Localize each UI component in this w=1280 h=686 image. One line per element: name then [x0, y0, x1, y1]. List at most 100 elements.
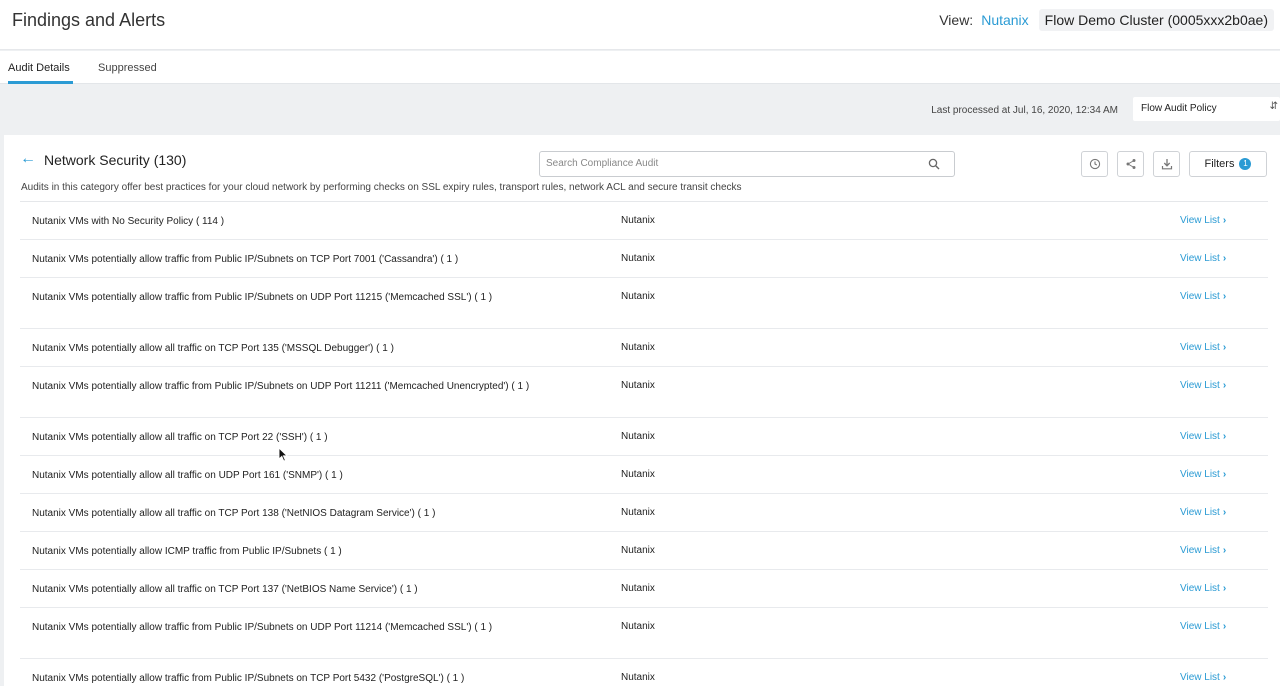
audit-provider: Nutanix [621, 380, 655, 391]
view-list-link[interactable]: View List › [1180, 253, 1226, 264]
filters-label: Filters [1204, 158, 1235, 170]
view-list-link[interactable]: View List › [1180, 380, 1226, 391]
chevron-right-icon: › [1222, 291, 1227, 302]
chevron-right-icon: › [1222, 380, 1227, 391]
search-input[interactable] [546, 158, 916, 169]
table-row: Nutanix VMs potentially allow traffic fr… [20, 240, 1268, 278]
chevron-right-icon: › [1222, 621, 1227, 632]
tab-suppressed[interactable]: Suppressed [98, 62, 157, 74]
view-list-link[interactable]: View List › [1180, 215, 1226, 226]
view-list-label: View List [1180, 583, 1220, 594]
view-list-link[interactable]: View List › [1180, 621, 1226, 632]
view-list-link[interactable]: View List › [1180, 583, 1226, 594]
policy-select[interactable]: Flow Audit Policy ⇵ [1133, 97, 1280, 121]
history-icon [1089, 158, 1100, 170]
audit-list: Nutanix VMs with No Security Policy ( 11… [20, 201, 1268, 686]
view-list-label: View List [1180, 342, 1220, 353]
chevron-right-icon: › [1222, 507, 1227, 518]
chevron-right-icon: › [1222, 431, 1227, 442]
view-list-label: View List [1180, 672, 1220, 683]
view-list-link[interactable]: View List › [1180, 545, 1226, 556]
audit-name: Nutanix VMs potentially allow all traffi… [32, 584, 418, 595]
view-list-label: View List [1180, 507, 1220, 518]
chevron-right-icon: › [1222, 672, 1227, 683]
table-row: Nutanix VMs potentially allow traffic fr… [20, 608, 1268, 659]
audit-provider: Nutanix [621, 672, 655, 683]
view-list-label: View List [1180, 253, 1220, 264]
view-list-label: View List [1180, 380, 1220, 391]
active-tab-indicator [8, 81, 73, 84]
history-button[interactable] [1081, 151, 1108, 177]
audit-provider: Nutanix [621, 621, 655, 632]
audit-provider: Nutanix [621, 215, 655, 226]
audit-name: Nutanix VMs potentially allow ICMP traff… [32, 546, 342, 557]
view-list-link[interactable]: View List › [1180, 672, 1226, 683]
search-icon[interactable] [928, 158, 940, 170]
table-row: Nutanix VMs with No Security Policy ( 11… [20, 202, 1268, 240]
chevron-right-icon: › [1222, 469, 1227, 480]
table-row: Nutanix VMs potentially allow ICMP traff… [20, 532, 1268, 570]
filters-button[interactable]: Filters 1 [1189, 151, 1267, 177]
view-list-label: View List [1180, 291, 1220, 302]
view-list-link[interactable]: View List › [1180, 507, 1226, 518]
audit-name: Nutanix VMs potentially allow traffic fr… [32, 381, 530, 392]
mouse-cursor-icon [278, 447, 288, 462]
view-list-link[interactable]: View List › [1180, 342, 1226, 353]
back-arrow-icon[interactable]: ← [20, 150, 36, 168]
view-list-label: View List [1180, 431, 1220, 442]
view-list-label: View List [1180, 545, 1220, 556]
audit-name: Nutanix VMs potentially allow traffic fr… [32, 673, 465, 684]
audit-name: Nutanix VMs potentially allow traffic fr… [32, 254, 459, 265]
chevron-right-icon: › [1222, 342, 1227, 353]
view-list-label: View List [1180, 621, 1220, 632]
page-title: Findings and Alerts [12, 10, 166, 30]
view-list-link[interactable]: View List › [1180, 431, 1226, 442]
table-row: Nutanix VMs potentially allow traffic fr… [20, 659, 1268, 686]
audit-provider: Nutanix [621, 545, 655, 556]
download-icon [1161, 159, 1172, 170]
audit-name: Nutanix VMs potentially allow traffic fr… [32, 622, 493, 633]
chevron-right-icon: › [1222, 253, 1227, 264]
audit-name: Nutanix VMs potentially allow all traffi… [32, 508, 436, 519]
view-link-nutanix[interactable]: Nutanix [981, 12, 1028, 28]
table-row: Nutanix VMs potentially allow traffic fr… [20, 367, 1268, 418]
chevron-right-icon: › [1222, 583, 1227, 594]
search-box[interactable] [539, 151, 955, 177]
table-row: Nutanix VMs potentially allow all traffi… [20, 570, 1268, 608]
tab-audit-details[interactable]: Audit Details [8, 62, 70, 74]
filters-count-badge: 1 [1239, 158, 1252, 170]
audit-provider: Nutanix [621, 291, 655, 302]
share-button[interactable] [1117, 151, 1144, 177]
chevron-right-icon: › [1222, 545, 1227, 556]
share-icon [1126, 159, 1135, 169]
audit-provider: Nutanix [621, 253, 655, 264]
audit-panel: ← Network Security (130) Filters [4, 135, 1280, 686]
audit-name: Nutanix VMs with No Security Policy ( 11… [32, 216, 225, 227]
tabs-bar: Audit Details Suppressed [0, 51, 1280, 84]
view-label: View: [939, 12, 974, 28]
process-bar: Last processed at Jul, 16, 2020, 12:34 A… [0, 85, 1280, 135]
select-caret-icon: ⇵ [1269, 101, 1278, 112]
top-bar: Findings and Alerts View: Nutanix Flow D… [0, 0, 1280, 50]
last-processed-text: Last processed at Jul, 16, 2020, 12:34 A… [931, 105, 1118, 116]
audit-name: Nutanix VMs potentially allow all traffi… [32, 470, 343, 481]
download-button[interactable] [1153, 151, 1180, 177]
view-selector: View: Nutanix Flow Demo Cluster (0005xxx… [939, 9, 1274, 31]
table-row: Nutanix VMs potentially allow all traffi… [20, 494, 1268, 532]
view-list-link[interactable]: View List › [1180, 469, 1226, 480]
chevron-right-icon: › [1222, 215, 1227, 226]
audit-name: Nutanix VMs potentially allow traffic fr… [32, 292, 493, 303]
section-title: Network Security (130) [44, 152, 187, 168]
view-list-link[interactable]: View List › [1180, 291, 1226, 302]
audit-provider: Nutanix [621, 583, 655, 594]
table-row: Nutanix VMs potentially allow traffic fr… [20, 278, 1268, 329]
section-description: Audits in this category offer best pract… [21, 182, 742, 193]
audit-name: Nutanix VMs potentially allow all traffi… [32, 432, 328, 443]
audit-provider: Nutanix [621, 431, 655, 442]
view-list-label: View List [1180, 215, 1220, 226]
audit-provider: Nutanix [621, 507, 655, 518]
audit-provider: Nutanix [621, 342, 655, 353]
cluster-selector[interactable]: Flow Demo Cluster (0005xxx2b0ae) [1038, 9, 1274, 31]
audit-name: Nutanix VMs potentially allow all traffi… [32, 343, 394, 354]
audit-provider: Nutanix [621, 469, 655, 480]
